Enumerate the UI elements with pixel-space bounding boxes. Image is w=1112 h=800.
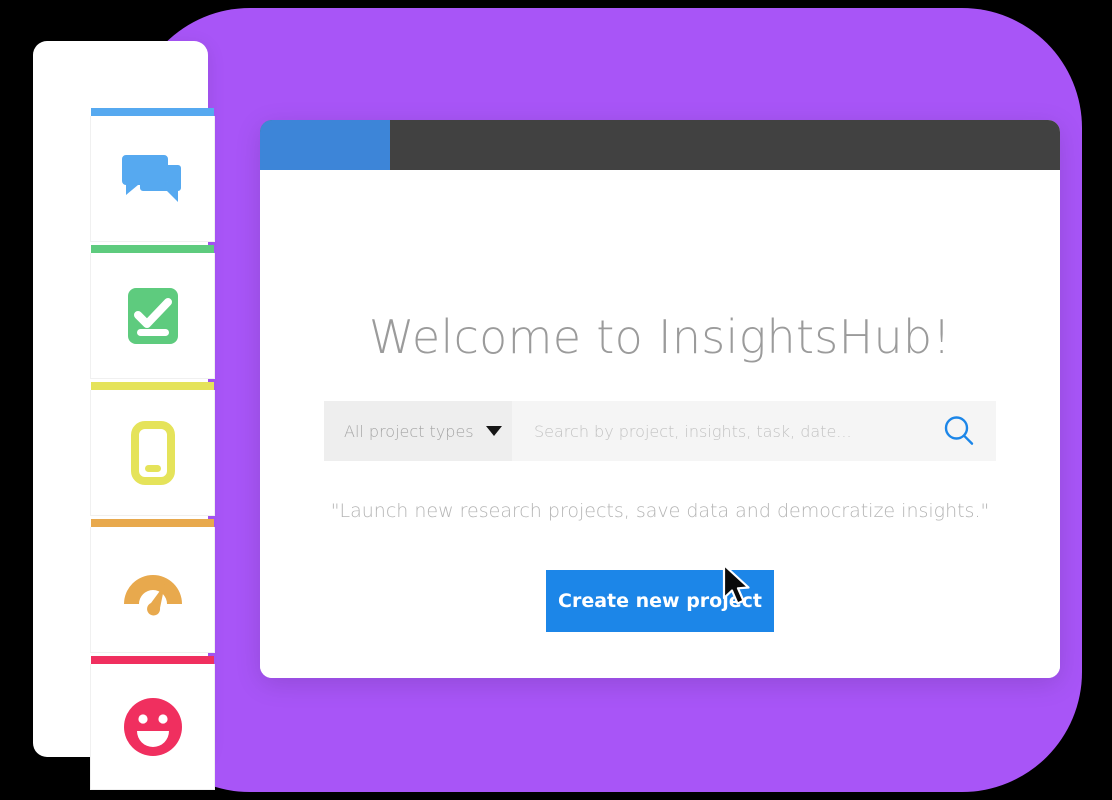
search-input[interactable] (534, 421, 936, 441)
gauge-icon (117, 554, 189, 626)
project-type-dropdown[interactable]: All project types (324, 401, 512, 461)
sidebar-item-mobile[interactable] (90, 382, 215, 516)
chevron-down-icon (485, 426, 502, 436)
sidebar-item-satisfaction[interactable] (90, 656, 215, 790)
create-new-project-button[interactable]: Create new project (546, 570, 774, 632)
sidebar-item-accent-bar (91, 245, 214, 253)
sidebar-item-accent-bar (91, 382, 214, 390)
sidebar-item-accent-bar (91, 656, 214, 664)
tagline-text: "Launch new research projects, save data… (330, 500, 990, 522)
chat-bubbles-icon (117, 143, 189, 215)
checklist-icon (117, 280, 189, 352)
browser-window: Welcome to InsightsHub! All project type… (260, 120, 1060, 678)
sidebar-item-performance[interactable] (90, 519, 215, 653)
search-button[interactable] (936, 414, 982, 448)
sidebar-item-accent-bar (91, 519, 214, 527)
sidebar-item-tasks[interactable] (90, 245, 215, 379)
smiley-face-icon (117, 691, 189, 763)
sidebar-item-accent-bar (91, 108, 214, 116)
page-content: Welcome to InsightsHub! All project type… (260, 170, 1060, 678)
screenshot-canvas: Welcome to InsightsHub! All project type… (0, 0, 1112, 800)
sidebar-card (33, 41, 215, 790)
search-field-wrapper (512, 401, 996, 461)
page-title: Welcome to InsightsHub! (368, 310, 952, 364)
mobile-phone-icon (117, 417, 189, 489)
search-bar: All project types (324, 401, 996, 461)
browser-tab[interactable] (260, 120, 390, 170)
browser-titlebar (260, 120, 1060, 170)
sidebar-item-discussions[interactable] (90, 108, 215, 242)
project-type-value: All project types (344, 421, 474, 441)
search-icon (944, 416, 974, 445)
